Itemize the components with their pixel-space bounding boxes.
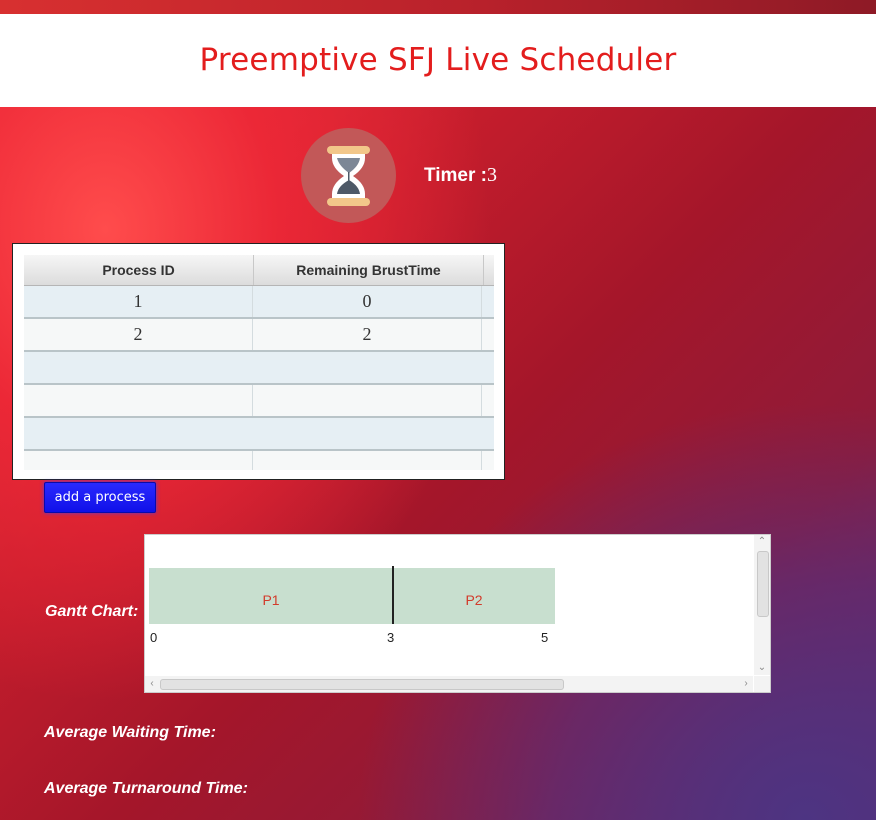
- column-header-process-id[interactable]: Process ID: [24, 255, 254, 285]
- process-table[interactable]: Process ID Remaining BrustTime 1 0 2 2: [24, 255, 494, 470]
- average-turnaround-time-label: Average Turnaround Time:: [44, 780, 248, 797]
- table-row-empty: [24, 418, 494, 451]
- table-row[interactable]: 1 0: [24, 286, 494, 319]
- horizontal-scrollbar[interactable]: ‹ ›: [145, 676, 753, 692]
- vertical-scrollbar[interactable]: ⌃ ⌄: [754, 535, 770, 675]
- gantt-segment-p2: P2: [393, 568, 555, 624]
- gantt-chart-panel[interactable]: P1 P2 0 3 5 ⌃ ⌄ ‹ ›: [144, 534, 771, 693]
- header: Preemptive SFJ Live Scheduler: [0, 14, 876, 107]
- remaining-burst-cell: 2: [253, 319, 482, 350]
- hourglass-icon: [301, 128, 396, 223]
- add-process-button[interactable]: add a process: [44, 482, 156, 513]
- timer-value: 3: [487, 164, 498, 186]
- app-title: Preemptive SFJ Live Scheduler: [199, 42, 677, 78]
- table-row[interactable]: 2 2: [24, 319, 494, 352]
- gantt-chart-label: Gantt Chart:: [45, 603, 139, 620]
- gantt-tick-label: 5: [541, 630, 549, 645]
- gantt-tick-label: 0: [150, 630, 158, 645]
- empty-cell: [253, 385, 482, 416]
- gantt-segment-p1: P1: [149, 568, 393, 624]
- chevron-up-icon[interactable]: ⌃: [754, 535, 770, 549]
- gantt-divider: [392, 566, 394, 624]
- vertical-scroll-thumb[interactable]: [757, 551, 769, 617]
- scroll-corner: [754, 676, 770, 692]
- remaining-burst-cell: 0: [253, 286, 482, 317]
- gantt-tick-label: 3: [387, 630, 395, 645]
- column-header-remaining-burst-time[interactable]: Remaining BrustTime: [254, 255, 484, 285]
- average-waiting-time-label: Average Waiting Time:: [44, 724, 216, 741]
- timer: Timer :3: [424, 164, 497, 187]
- table-header: Process ID Remaining BrustTime: [24, 255, 494, 286]
- process-table-panel: Process ID Remaining BrustTime 1 0 2 2: [12, 243, 505, 480]
- empty-cell: [24, 451, 253, 470]
- empty-cell: [24, 385, 253, 416]
- empty-cell: [253, 451, 482, 470]
- horizontal-scroll-thumb[interactable]: [160, 679, 564, 690]
- process-id-cell: 2: [24, 319, 253, 350]
- timer-label: Timer :: [424, 165, 488, 186]
- top-strip: [0, 0, 876, 14]
- table-row-empty: [24, 385, 494, 418]
- table-row-empty: [24, 352, 494, 385]
- chevron-left-icon[interactable]: ‹: [145, 676, 159, 692]
- process-id-cell: 1: [24, 286, 253, 317]
- chevron-right-icon[interactable]: ›: [739, 676, 753, 692]
- table-row-empty: [24, 451, 494, 470]
- chevron-down-icon[interactable]: ⌄: [754, 661, 770, 675]
